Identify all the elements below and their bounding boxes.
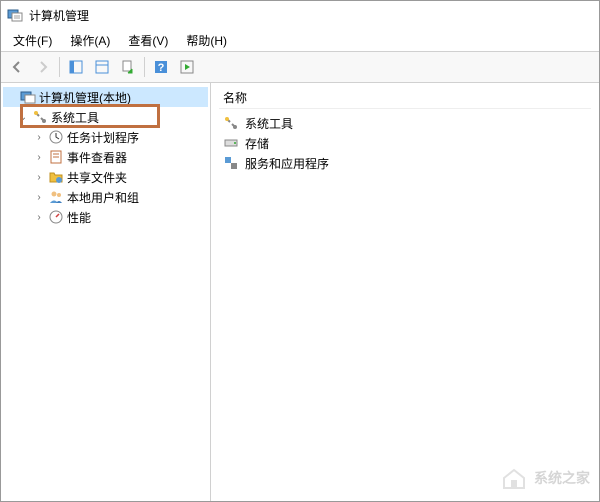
services-icon	[223, 155, 239, 171]
properties-button[interactable]	[90, 55, 114, 79]
window-title: 计算机管理	[29, 7, 89, 24]
forward-button[interactable]	[31, 55, 55, 79]
tree-label: 共享文件夹	[67, 169, 127, 186]
list-item-label: 服务和应用程序	[245, 155, 329, 172]
tree-label: 事件查看器	[67, 149, 127, 166]
action-pane-button[interactable]	[175, 55, 199, 79]
tree-event-viewer[interactable]: › 事件查看器	[3, 147, 208, 167]
clock-icon	[48, 129, 64, 145]
tree-panel[interactable]: 计算机管理(本地) ⌄ 系统工具 › 任务计划程序 › 事件查看器 › 共享文件…	[1, 83, 211, 501]
show-hide-tree-button[interactable]	[64, 55, 88, 79]
expander-expand-icon[interactable]: ›	[33, 192, 45, 203]
tools-icon	[223, 115, 239, 131]
content-area: 计算机管理(本地) ⌄ 系统工具 › 任务计划程序 › 事件查看器 › 共享文件…	[1, 83, 599, 501]
expander-expand-icon[interactable]: ›	[33, 212, 45, 223]
tree-system-tools[interactable]: ⌄ 系统工具	[3, 107, 208, 127]
help-button[interactable]: ?	[149, 55, 173, 79]
menubar: 文件(F) 操作(A) 查看(V) 帮助(H)	[1, 29, 599, 51]
tree-label: 性能	[67, 209, 91, 226]
tree-performance[interactable]: › 性能	[3, 207, 208, 227]
svg-text:?: ?	[158, 62, 165, 74]
folder-share-icon	[48, 169, 64, 185]
tree-label: 系统工具	[51, 109, 99, 126]
users-icon	[48, 189, 64, 205]
list-item-storage[interactable]: 存储	[219, 133, 591, 153]
performance-icon	[48, 209, 64, 225]
tree-shared-folders[interactable]: › 共享文件夹	[3, 167, 208, 187]
expander-expand-icon[interactable]: ›	[33, 172, 45, 183]
list-item-system-tools[interactable]: 系统工具	[219, 113, 591, 133]
tree-label: 任务计划程序	[67, 129, 139, 146]
tree-local-users-groups[interactable]: › 本地用户和组	[3, 187, 208, 207]
computer-icon	[20, 89, 36, 105]
tools-icon	[32, 109, 48, 125]
tree-root[interactable]: 计算机管理(本地)	[3, 87, 208, 107]
expander-expand-icon[interactable]: ›	[33, 132, 45, 143]
export-button[interactable]	[116, 55, 140, 79]
storage-icon	[223, 135, 239, 151]
column-header-name[interactable]: 名称	[219, 87, 591, 109]
tree-label: 计算机管理(本地)	[39, 89, 131, 106]
menu-view[interactable]: 查看(V)	[120, 30, 176, 51]
expander-expand-icon[interactable]: ›	[33, 152, 45, 163]
list-item-services[interactable]: 服务和应用程序	[219, 153, 591, 173]
toolbar: ?	[1, 51, 599, 83]
app-icon	[7, 7, 23, 23]
event-icon	[48, 149, 64, 165]
list-panel[interactable]: 名称 系统工具 存储 服务和应用程序	[211, 83, 599, 501]
back-button[interactable]	[5, 55, 29, 79]
titlebar: 计算机管理	[1, 1, 599, 29]
tree-task-scheduler[interactable]: › 任务计划程序	[3, 127, 208, 147]
menu-file[interactable]: 文件(F)	[5, 30, 60, 51]
list-item-label: 系统工具	[245, 115, 293, 132]
list-item-label: 存储	[245, 135, 269, 152]
menu-help[interactable]: 帮助(H)	[178, 30, 235, 51]
menu-action[interactable]: 操作(A)	[62, 30, 118, 51]
tree-label: 本地用户和组	[67, 189, 139, 206]
toolbar-separator	[59, 57, 60, 77]
toolbar-separator	[144, 57, 145, 77]
expander-collapse-icon[interactable]: ⌄	[17, 112, 29, 123]
